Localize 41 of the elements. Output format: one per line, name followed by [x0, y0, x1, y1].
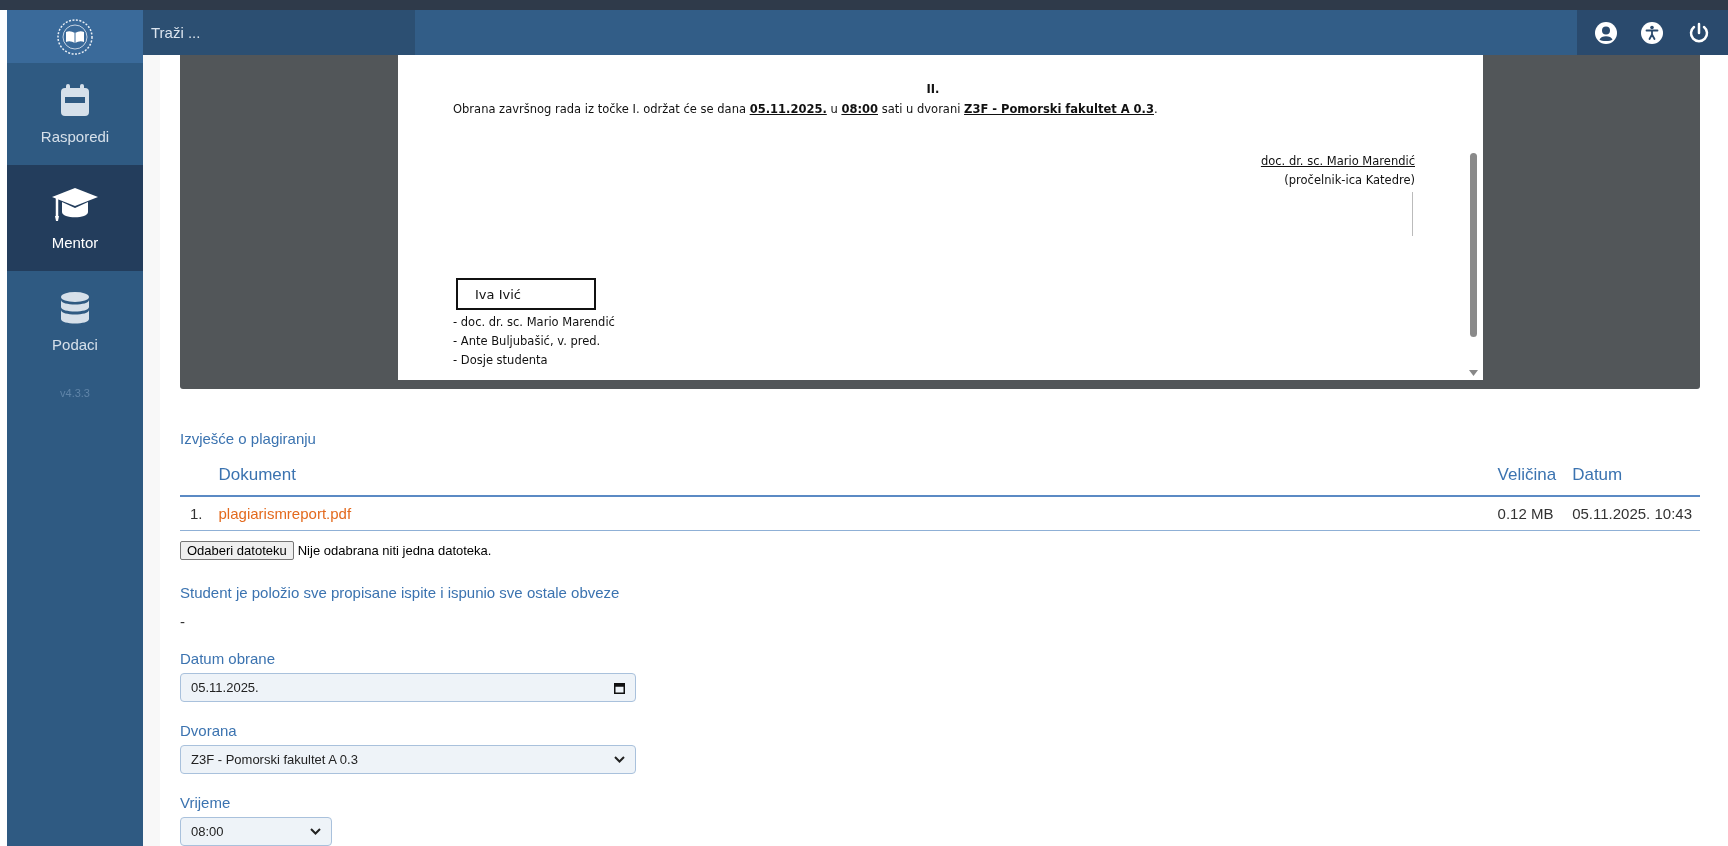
recipient-box: Iva Ivić	[456, 278, 596, 310]
recipient-line: - Ante Buljubašić, v. pred.	[453, 334, 602, 348]
accessibility-icon[interactable]	[1641, 21, 1664, 44]
calendar-icon	[614, 681, 625, 694]
scroll-down-icon[interactable]	[1469, 370, 1478, 376]
column-header: Veličina	[1497, 465, 1557, 484]
document-paragraph: Obrana završnog rada iz točke I. održat će se dana 05.11.2025. u 08:00 sati u dvorani Z3F - Pomorski fakultet A 0.3.	[453, 102, 1159, 116]
file-status: Nije odabrana niti jedna datoteka.	[297, 543, 492, 558]
field-label: Dvorana	[180, 722, 238, 739]
file-size: 0.12 MB	[1497, 505, 1554, 522]
sidebar-nav-item[interactable]: Podaci	[7, 271, 143, 373]
chevron-down-icon	[310, 828, 321, 835]
select-field[interactable]: 08:00	[180, 817, 332, 846]
search-field[interactable]: Traži ...	[143, 10, 415, 55]
column-header: Datum	[1572, 465, 1623, 484]
database-icon	[61, 291, 89, 324]
scrollbar-thumb[interactable]	[1470, 153, 1477, 337]
section-title: Izvješće o plagiranju	[180, 430, 317, 447]
choose-file-button[interactable]: Odaberi datoteku	[180, 541, 294, 560]
power-icon[interactable]	[1687, 21, 1710, 44]
chevron-down-icon	[614, 756, 625, 763]
date-field[interactable]: 05.11.2025.	[180, 673, 636, 702]
sidebar-nav-item[interactable]: Mentor	[7, 165, 143, 271]
field-label: Vrijeme	[180, 794, 232, 811]
calendar-icon	[61, 83, 89, 116]
graduation-cap-icon	[52, 185, 98, 222]
sidebar-nav-item[interactable]: Rasporedi	[7, 63, 143, 165]
field-value: -	[180, 613, 186, 630]
recipient-line: - doc. dr. sc. Mario Marendić	[453, 315, 616, 329]
recipient-line: - Dosje studenta	[453, 353, 549, 367]
signature-name: doc. dr. sc. Mario Marendić	[1260, 154, 1415, 168]
select-field[interactable]: Z3F - Pomorski fakultet A 0.3	[180, 745, 636, 774]
field-label: Datum obrane	[180, 650, 277, 667]
document-heading: II.	[925, 82, 941, 96]
row-number: 1.	[190, 505, 203, 522]
signature-role: (pročelnik-ica Katedre)	[1284, 173, 1415, 187]
field-label: Student je položio sve propisane ispite i ispunio sve ostale obveze	[180, 584, 621, 601]
user-icon[interactable]	[1595, 21, 1618, 44]
column-header: Dokument	[218, 465, 296, 484]
book-logo-icon	[57, 18, 93, 55]
file-date: 05.11.2025. 10:43	[1572, 505, 1692, 522]
